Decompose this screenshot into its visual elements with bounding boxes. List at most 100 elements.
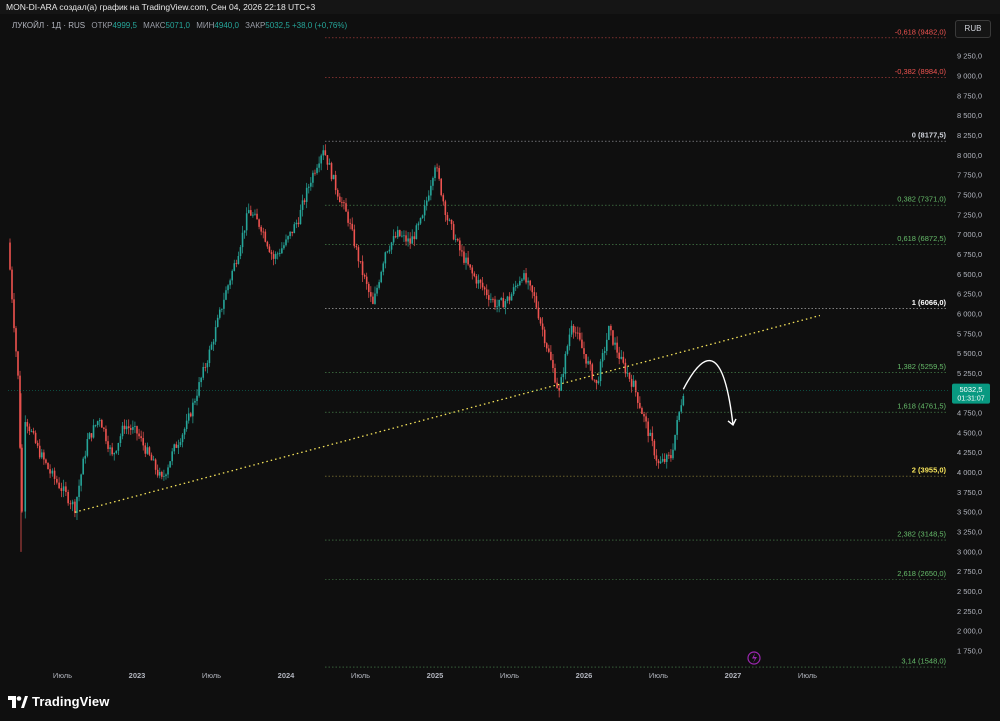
candle-body (192, 402, 194, 417)
candle-body (434, 167, 436, 179)
candle-body (663, 458, 666, 462)
candle-body (479, 279, 482, 283)
trendline[interactable] (74, 314, 821, 513)
candle-body (657, 460, 660, 464)
x-tick-label: 2027 (725, 671, 742, 680)
candle-body (38, 445, 41, 458)
candle-body (680, 405, 683, 412)
candle-body (637, 392, 639, 403)
candle-body (626, 372, 629, 374)
candle-body (603, 351, 606, 354)
y-tick-label: 7 000,0 (957, 230, 982, 239)
candle-body (241, 232, 244, 248)
candle-body (293, 224, 296, 234)
candle-body (214, 326, 217, 342)
candle-body (11, 269, 13, 300)
candle-body (361, 261, 364, 276)
candle-body (194, 401, 196, 403)
candle-body (380, 271, 382, 283)
candle-body (274, 253, 277, 259)
candle-body (452, 224, 455, 240)
y-tick-label: 6 250,0 (957, 290, 982, 299)
candle-body (119, 436, 122, 444)
low-value: 4940,0 (214, 21, 239, 30)
candle-body (295, 222, 298, 225)
candle-body (167, 467, 169, 475)
candle-body (196, 395, 198, 402)
candle-body (465, 257, 467, 263)
candle-body (32, 430, 35, 433)
y-tick-label: 8 500,0 (957, 111, 982, 120)
fib-level-label: 0,618 (6872,5) (897, 234, 946, 243)
candle-body (427, 195, 430, 201)
projection-arrow-path[interactable] (682, 359, 734, 426)
candle-body (312, 172, 314, 183)
candle-body (121, 425, 124, 437)
y-tick-label: 3 250,0 (957, 528, 982, 537)
currency-button[interactable]: RUB (955, 20, 991, 38)
y-tick-label: 5 750,0 (957, 329, 982, 338)
candle-body (610, 325, 612, 331)
candle-body (314, 172, 316, 174)
candle-body (268, 246, 271, 253)
y-tick-label: 9 000,0 (957, 72, 982, 81)
candle-body (469, 264, 471, 268)
candle-body (363, 275, 366, 277)
candle-body (297, 222, 300, 225)
chart-area[interactable]: -0,618 (9482,0) -0,382 (8984,0) 0 (8177,5)… (0, 0, 1000, 721)
fib-level-label: 0 (8177,5) (912, 131, 947, 140)
candle-body (421, 215, 424, 219)
candle-body (612, 330, 614, 345)
candle-body (345, 203, 347, 212)
candle-body (535, 296, 538, 308)
y-tick-label: 8 250,0 (957, 131, 982, 140)
candle-body (169, 461, 171, 468)
y-tick-label: 2 750,0 (957, 567, 982, 576)
tradingview-logo[interactable]: TradingView (8, 694, 109, 709)
candle-body (653, 440, 656, 456)
candle-body (463, 251, 465, 263)
candle-body (570, 325, 573, 335)
candle-body (616, 342, 618, 353)
candle-body (287, 236, 289, 240)
candle-body (26, 422, 29, 427)
x-tick-label: Июль (500, 671, 519, 680)
candle-body (384, 252, 387, 264)
candle-body (529, 280, 531, 286)
candle-body (548, 348, 550, 352)
candle-body (351, 223, 354, 230)
candle-body (376, 287, 378, 294)
candle-body (107, 441, 109, 449)
candle-body (34, 432, 37, 443)
candle-body (556, 382, 558, 388)
candle-body (365, 276, 368, 284)
candle-body (537, 307, 540, 319)
candle-body (36, 442, 39, 446)
candle-body (270, 252, 273, 255)
candle-body (471, 267, 474, 274)
candle-body (24, 422, 27, 512)
x-tick-label: Июль (649, 671, 668, 680)
candle-body (67, 492, 69, 504)
open-label: ОТКР (91, 21, 113, 30)
high-label: МАКС (143, 21, 166, 30)
projection-arrow (682, 359, 737, 427)
candle-body (318, 163, 320, 168)
open-value: 4999,5 (112, 21, 137, 30)
candle-body (330, 163, 333, 180)
y-tick-label: 6 750,0 (957, 250, 982, 259)
candle-body (668, 454, 670, 456)
candle-body (9, 242, 11, 270)
y-tick-label: 3 750,0 (957, 488, 982, 497)
candle-body (156, 469, 159, 476)
candle-body (177, 444, 180, 448)
candle-body (65, 486, 67, 493)
candle-body (175, 444, 178, 448)
candle-body (639, 402, 641, 408)
candle-body (347, 211, 349, 223)
candle-body (608, 325, 610, 340)
candle-body (676, 420, 678, 435)
candle-body (43, 452, 45, 460)
close-label: ЗАКР (245, 21, 266, 30)
candle-body (372, 296, 374, 304)
